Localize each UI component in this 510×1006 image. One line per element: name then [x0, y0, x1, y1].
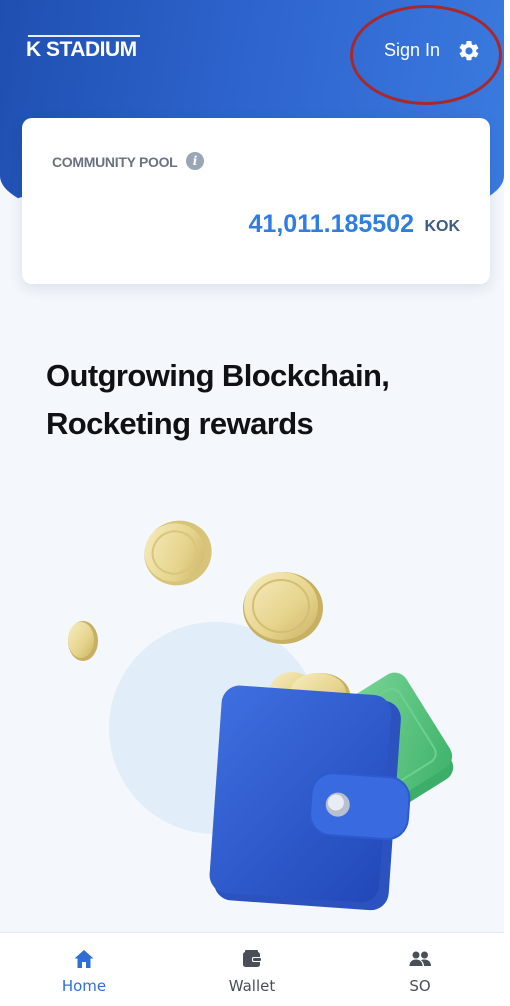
logo-accent-line	[28, 35, 140, 37]
wallet-icon	[243, 950, 262, 967]
nav-label-so: SO	[409, 977, 431, 995]
home-icon	[74, 950, 94, 968]
nav-item-so[interactable]: SO	[336, 933, 504, 1006]
coin-left	[68, 621, 98, 661]
community-pool-value: 41,011.185502	[248, 210, 414, 238]
info-icon[interactable]: i	[186, 152, 204, 170]
community-pool-card: COMMUNITY POOL i 41,011.185502 KOK	[22, 118, 490, 284]
right-edge-strip	[504, 0, 510, 1006]
wallet-coins-illustration	[68, 520, 454, 911]
kstadium-logo[interactable]: K STADIUM	[26, 38, 137, 62]
nav-label-wallet: Wallet	[228, 977, 276, 995]
coin-top	[144, 520, 212, 586]
nav-item-home[interactable]: Home	[0, 933, 168, 1006]
headline: Outgrowing Blockchain, Rocketing rewards	[46, 352, 486, 448]
community-pool-label: COMMUNITY POOL	[52, 154, 178, 170]
nav-label-home: Home	[61, 977, 107, 995]
bottom-navigation: Home Wallet SO	[0, 932, 504, 1006]
nav-item-wallet[interactable]: Wallet	[168, 933, 336, 1006]
annotation-circle	[350, 5, 502, 105]
people-icon	[409, 951, 431, 966]
headline-line-2: Rocketing rewards	[46, 406, 314, 441]
headline-line-1: Outgrowing Blockchain,	[46, 358, 390, 393]
community-pool-unit: KOK	[424, 218, 460, 235]
coin-middle	[243, 572, 323, 644]
wallet	[209, 685, 411, 911]
home-screen: K STADIUM Sign In COMMUNITY POOL i 41,01…	[0, 0, 504, 1006]
